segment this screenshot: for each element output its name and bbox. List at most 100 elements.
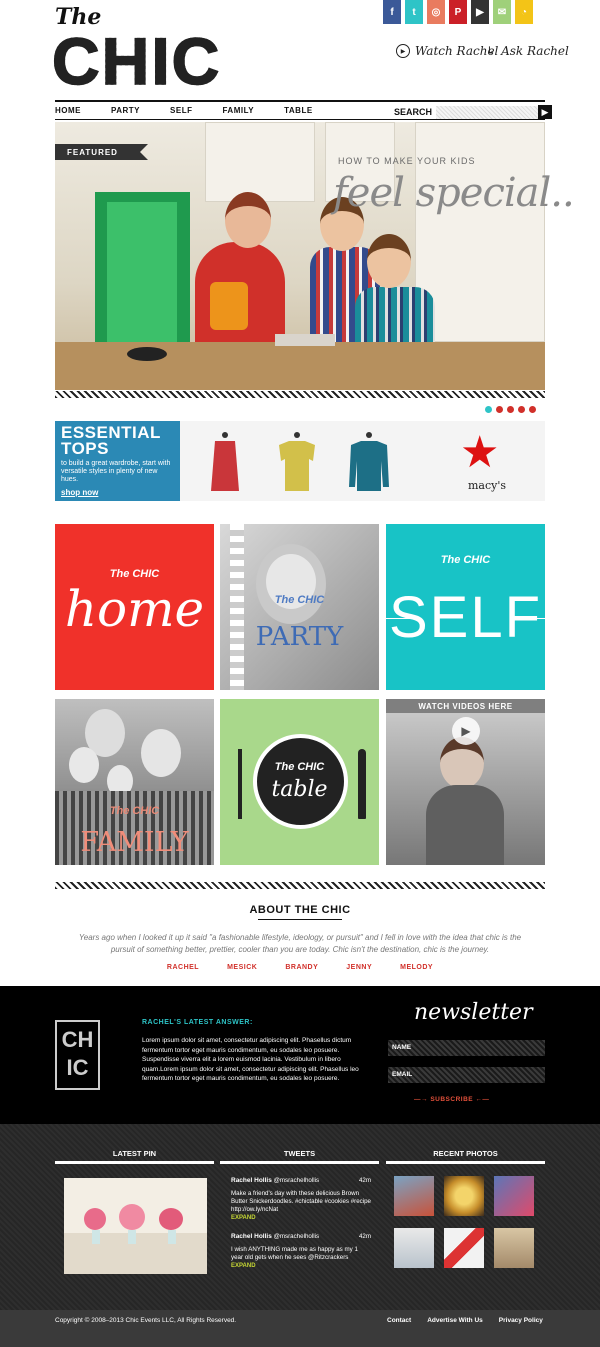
newsletter-email-field[interactable]: EMAIL <box>388 1067 545 1083</box>
nav-self[interactable]: SELF <box>170 106 192 115</box>
nav-home[interactable]: HOME <box>55 106 81 115</box>
slider-dot[interactable] <box>496 406 503 413</box>
recent-photo[interactable] <box>444 1228 484 1268</box>
tile-chic-label: The CHIC <box>109 805 160 817</box>
latest-pin-rule <box>55 1161 214 1164</box>
email-field-label: EMAIL <box>392 1071 413 1078</box>
chic-footer-logo: CH IC <box>55 1020 100 1090</box>
tag-melody[interactable]: MELODY <box>400 964 433 971</box>
ad-title-2: TOPS <box>61 439 109 458</box>
ad-body: to build a great wardrobe, start with ve… <box>61 460 171 483</box>
instagram-icon[interactable]: ◎ <box>427 0 445 24</box>
footer-link-privacy[interactable]: Privacy Policy <box>499 1317 543 1324</box>
subscribe-button[interactable]: —→ SUBSCRIBE ←— <box>414 1096 489 1103</box>
yellow-top-image <box>279 432 315 491</box>
tag-brandy[interactable]: BRANDY <box>285 964 318 971</box>
about-title: ABOUT THE CHIC <box>249 904 351 916</box>
logo-chic[interactable]: CHIC <box>51 27 221 95</box>
social-links: f t ◎ P ▶ ✉ ◔ <box>383 0 533 24</box>
nav-party[interactable]: PARTY <box>111 106 140 115</box>
tweet-item: Rachel Hollis @msrachelhollis 42m Make a … <box>231 1177 371 1222</box>
footer-bar <box>0 1310 600 1347</box>
nav-table[interactable]: TABLE <box>284 106 313 115</box>
play-icon: ▶ <box>396 44 410 58</box>
tweet-handle[interactable]: @msrachelhollis <box>274 1233 319 1240</box>
main-nav: HOME PARTY SELF FAMILY TABLE <box>55 106 343 115</box>
tile-family[interactable]: The CHIC FAMILY <box>55 699 214 865</box>
watch-rachel-link[interactable]: ▶ Watch Rachel <box>396 44 498 58</box>
copyright: Copyright © 2008–2013 Chic Events LLC, A… <box>55 1317 237 1324</box>
hero-title[interactable]: feel special.. <box>333 170 575 216</box>
tile-chic-label: The CHIC <box>109 568 160 580</box>
latest-answer-text: Lorem ipsum dolor sit amet, consectetur … <box>142 1037 359 1082</box>
subscribe-label: SUBSCRIBE <box>430 1096 474 1103</box>
tweet-expand-link[interactable]: EXPAND <box>231 1214 371 1222</box>
pinterest-icon[interactable]: P <box>449 0 467 24</box>
footer-link-advertise[interactable]: Advertise With Us <box>427 1317 483 1324</box>
tweet-time: 42m <box>358 1233 371 1240</box>
recent-photo[interactable] <box>494 1228 534 1268</box>
chic-logo-top: CH <box>61 1027 94 1052</box>
tweet-expand-link[interactable]: EXPAND <box>231 1262 371 1270</box>
search-label: SEARCH <box>394 107 433 117</box>
tile-chic-label: The CHIC <box>274 594 325 606</box>
tile-home[interactable]: The CHIC home <box>55 524 214 690</box>
tile-party[interactable]: The CHIC PARTY <box>220 524 379 690</box>
ask-rachel-link[interactable]: ↳ Ask Rachel <box>486 44 569 58</box>
tweet-author[interactable]: Rachel Hollis <box>231 1233 272 1240</box>
about-divider <box>55 882 545 889</box>
recent-photos-rule <box>386 1161 545 1164</box>
email-icon[interactable]: ✉ <box>493 0 511 24</box>
tweets-rule <box>220 1161 379 1164</box>
tag-rachel[interactable]: RACHEL <box>167 964 199 971</box>
tile-table[interactable]: The CHIC table <box>220 699 379 865</box>
nav-family[interactable]: FAMILY <box>222 106 254 115</box>
newsletter-name-field[interactable]: NAME <box>388 1040 545 1056</box>
arrow-icon: ↳ <box>486 44 497 58</box>
latest-answer-heading: RACHEL'S LATEST ANSWER: <box>142 1019 253 1026</box>
twitter-icon[interactable]: t <box>405 0 423 24</box>
arrow-right-icon: ←— <box>473 1096 490 1103</box>
tile-chic-label: The CHIC <box>274 761 325 773</box>
tile-home-label: home <box>64 580 205 638</box>
header-divider <box>55 100 545 102</box>
slider-dot[interactable] <box>507 406 514 413</box>
ad-brand: macy's <box>468 479 507 492</box>
search-button[interactable]: ▶ <box>538 105 553 119</box>
slider-dot[interactable] <box>485 406 492 413</box>
arrow-left-icon: —→ <box>414 1096 431 1103</box>
about-text: Years ago when I looked it up it said "a… <box>78 933 522 954</box>
slider-dot[interactable] <box>529 406 536 413</box>
slider-dot[interactable] <box>518 406 525 413</box>
latest-pin-heading: LATEST PIN <box>112 1149 157 1158</box>
tweet-item: Rachel Hollis @msrachelhollis 42m I wish … <box>231 1233 371 1270</box>
ad-shop-link[interactable]: shop now <box>61 488 174 497</box>
about-underline <box>258 919 342 920</box>
recent-photo[interactable] <box>494 1176 534 1216</box>
latest-pin-image[interactable] <box>64 1178 207 1274</box>
macys-ad[interactable]: ESSENTIAL TOPS to build a great wardrobe… <box>55 421 545 501</box>
recent-photo[interactable] <box>394 1228 434 1268</box>
tweet-text: I wish ANYTHING made me as happy as my 1… <box>231 1246 358 1261</box>
hero-kicker: HOW TO MAKE YOUR KIDS <box>338 156 476 166</box>
search-input[interactable] <box>436 105 539 119</box>
facebook-icon[interactable]: f <box>383 0 401 24</box>
play-icon[interactable]: ▶ <box>452 717 480 745</box>
recent-photo[interactable] <box>394 1176 434 1216</box>
tag-mesick[interactable]: MESICK <box>227 964 257 971</box>
tag-jenny[interactable]: JENNY <box>346 964 372 971</box>
search-box: SEARCH ▶ <box>394 105 553 119</box>
tweet-handle[interactable]: @msrachelhollis <box>274 1177 319 1184</box>
rss-icon[interactable]: ◔ <box>515 0 533 24</box>
teal-top-image <box>349 432 389 491</box>
ad-copy: ESSENTIAL TOPS to build a great wardrobe… <box>55 421 180 501</box>
tile-videos[interactable]: WATCH VIDEOS HERE ▶ <box>386 699 545 865</box>
newsletter-title: newsletter <box>414 1000 533 1025</box>
footer-link-contact[interactable]: Contact <box>387 1317 411 1324</box>
name-field-label: NAME <box>392 1044 412 1051</box>
author-tags: RACHEL MESICK BRANDY JENNY MELODY <box>0 964 600 971</box>
recent-photo[interactable] <box>444 1176 484 1216</box>
tweet-author[interactable]: Rachel Hollis <box>231 1177 272 1184</box>
youtube-icon[interactable]: ▶ <box>471 0 489 24</box>
tile-self[interactable]: The CHIC SELF <box>386 524 545 690</box>
